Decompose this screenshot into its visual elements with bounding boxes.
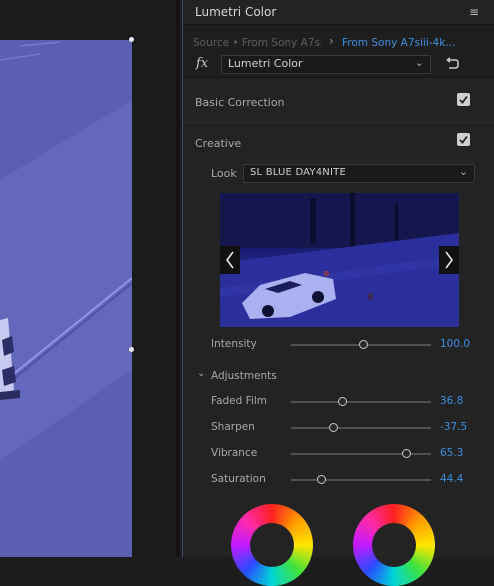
saturation-slider-track[interactable] <box>291 479 431 481</box>
chevron-right-icon <box>445 251 453 269</box>
intensity-label: Intensity <box>211 338 257 350</box>
creative-checkbox[interactable] <box>457 133 470 146</box>
faded-film-label: Faded Film <box>211 395 267 407</box>
look-dropdown[interactable]: SL BLUE DAY4NITE ⌄ <box>243 164 475 183</box>
saturation-slider-thumb[interactable] <box>316 475 326 484</box>
lumetri-color-panel: Lumetri Color ≡ Source • From Sony A7si…… <box>182 0 494 586</box>
source-selector: Source • From Sony A7si… › From Sony A7s… <box>183 25 494 55</box>
intensity-value[interactable]: 100.0 <box>440 338 470 350</box>
panel-title[interactable]: Lumetri Color <box>195 5 276 19</box>
intensity-slider-row: Intensity 100.0 <box>183 335 494 355</box>
look-preview-thumbnail[interactable] <box>220 193 459 327</box>
transform-handle-top[interactable] <box>129 37 134 42</box>
vibrance-label: Vibrance <box>211 447 258 459</box>
chevron-left-icon <box>226 251 234 269</box>
adjustments-header[interactable]: ⌄ Adjustments <box>183 367 494 387</box>
panel-divider[interactable] <box>176 0 180 557</box>
chevron-down-icon: ⌄ <box>458 165 468 178</box>
faded-film-slider-row: Faded Film 36.8 <box>183 392 494 412</box>
faded-film-value[interactable]: 36.8 <box>440 395 463 407</box>
effect-dropdown-value: Lumetri Color <box>228 57 303 70</box>
chevron-down-icon: ⌄ <box>197 368 206 379</box>
program-monitor[interactable] <box>0 0 180 557</box>
source-master-tab[interactable]: Source • From Sony A7si… <box>193 37 321 49</box>
source-clip-tab[interactable]: From Sony A7siii-4k… <box>342 37 457 49</box>
vibrance-slider-row: Vibrance 65.3 <box>183 444 494 464</box>
video-content <box>0 40 132 557</box>
look-dropdown-value: SL BLUE DAY4NITE <box>250 167 346 178</box>
adjustments-label: Adjustments <box>211 370 277 382</box>
section-creative[interactable]: Creative <box>183 122 494 152</box>
basic-correction-checkbox[interactable] <box>457 93 470 106</box>
faded-film-slider-track[interactable] <box>291 401 431 403</box>
sharpen-label: Sharpen <box>211 421 255 433</box>
faded-film-slider-thumb[interactable] <box>337 397 347 406</box>
section-label-creative: Creative <box>195 137 242 150</box>
effect-dropdown[interactable]: Lumetri Color ⌄ <box>221 55 431 74</box>
fx-icon[interactable]: fx <box>196 56 208 71</box>
section-label-basic-correction: Basic Correction <box>195 96 285 109</box>
sharpen-value[interactable]: -37.5 <box>440 421 467 433</box>
vibrance-value[interactable]: 65.3 <box>440 447 463 459</box>
intensity-slider-thumb[interactable] <box>358 340 368 349</box>
vibrance-slider-thumb[interactable] <box>402 449 412 458</box>
hamburger-menu-icon[interactable]: ≡ <box>469 5 479 19</box>
checkmark-icon <box>459 135 468 144</box>
sharpen-slider-row: Sharpen -37.5 <box>183 418 494 438</box>
look-label: Look <box>211 167 237 180</box>
sharpen-slider-thumb[interactable] <box>329 423 339 432</box>
effect-row: fx Lumetri Color ⌄ <box>183 53 494 78</box>
shadow-tint-wheel[interactable] <box>231 504 313 586</box>
saturation-label: Saturation <box>211 473 266 485</box>
saturation-slider-row: Saturation 44.4 <box>183 470 494 490</box>
preview-image <box>220 193 459 327</box>
video-frame[interactable] <box>0 40 132 557</box>
sharpen-slider-track[interactable] <box>291 427 431 429</box>
transform-handle-right[interactable] <box>129 347 134 352</box>
panel-header: Lumetri Color ≡ <box>183 0 494 25</box>
preview-prev-button[interactable] <box>220 246 240 274</box>
highlight-tint-wheel[interactable] <box>353 504 435 586</box>
saturation-value[interactable]: 44.4 <box>440 473 463 485</box>
checkmark-icon <box>459 95 468 104</box>
chevron-right-icon: › <box>329 34 334 48</box>
chevron-down-icon: ⌄ <box>414 56 424 69</box>
section-basic-correction[interactable]: Basic Correction <box>183 82 494 123</box>
preview-next-button[interactable] <box>439 246 459 274</box>
reset-icon[interactable] <box>444 54 460 72</box>
